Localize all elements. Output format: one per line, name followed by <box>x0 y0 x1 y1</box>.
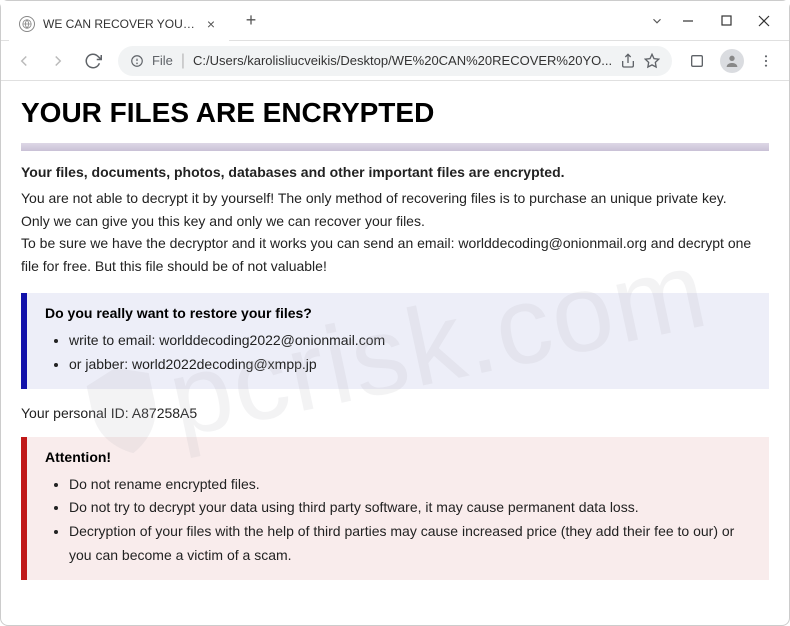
menu-dots-icon[interactable] <box>751 45 781 77</box>
list-item: write to email: worlddecoding2022@onionm… <box>69 329 751 353</box>
divider <box>21 143 769 151</box>
maximize-button[interactable] <box>709 7 743 35</box>
list-item: Do not try to decrypt your data using th… <box>69 496 751 520</box>
extensions-icon[interactable] <box>682 45 712 77</box>
url-scheme: File <box>152 53 173 68</box>
intro-line: Only we can give you this key and only w… <box>21 210 769 232</box>
minimize-button[interactable] <box>671 7 705 35</box>
titlebar: WE CAN RECOVER YOUR DATA.M × + <box>1 1 789 41</box>
profile-avatar[interactable] <box>716 45 746 77</box>
intro-bold: Your files, documents, photos, databases… <box>21 161 769 183</box>
personal-id-value: A87258A5 <box>132 405 197 421</box>
browser-tab[interactable]: WE CAN RECOVER YOUR DATA.M × <box>9 7 229 41</box>
share-icon[interactable] <box>620 53 636 69</box>
restore-title: Do you really want to restore your files… <box>45 305 751 321</box>
list-item: Decryption of your files with the help o… <box>69 520 751 568</box>
close-tab-icon[interactable]: × <box>203 16 219 32</box>
new-tab-button[interactable]: + <box>237 7 265 35</box>
page-title: YOUR FILES ARE ENCRYPTED <box>21 97 769 129</box>
intro-text: Your files, documents, photos, databases… <box>21 161 769 277</box>
url-text: C:/Users/karolisliucveikis/Desktop/WE%20… <box>193 53 612 68</box>
list-item: or jabber: world2022decoding@xmpp.jp <box>69 353 751 377</box>
reload-button[interactable] <box>78 45 108 77</box>
close-window-button[interactable] <box>747 7 781 35</box>
intro-line: You are not able to decrypt it by yourse… <box>21 187 769 209</box>
back-button[interactable] <box>9 45 39 77</box>
restore-callout: Do you really want to restore your files… <box>21 293 769 389</box>
page-content: pcrisk.com YOUR FILES ARE ENCRYPTED Your… <box>1 81 789 625</box>
intro-line: To be sure we have the decryptor and it … <box>21 232 769 277</box>
toolbar: File | C:/Users/karolisliucveikis/Deskto… <box>1 41 789 81</box>
tab-search-icon[interactable] <box>643 7 671 35</box>
globe-icon <box>19 16 35 32</box>
personal-id-label: Your personal ID: <box>21 405 132 421</box>
address-bar[interactable]: File | C:/Users/karolisliucveikis/Deskto… <box>118 46 672 76</box>
browser-window: WE CAN RECOVER YOUR DATA.M × + <box>0 0 790 626</box>
tab-title: WE CAN RECOVER YOUR DATA.M <box>43 17 197 31</box>
bookmark-star-icon[interactable] <box>644 53 660 69</box>
file-icon <box>130 54 144 68</box>
window-controls <box>671 7 789 35</box>
attention-callout: Attention! Do not rename encrypted files… <box>21 437 769 580</box>
personal-id: Your personal ID: A87258A5 <box>21 405 769 421</box>
list-item: Do not rename encrypted files. <box>69 473 751 497</box>
forward-button[interactable] <box>43 45 73 77</box>
attention-title: Attention! <box>45 449 751 465</box>
url-separator: | <box>181 52 185 70</box>
